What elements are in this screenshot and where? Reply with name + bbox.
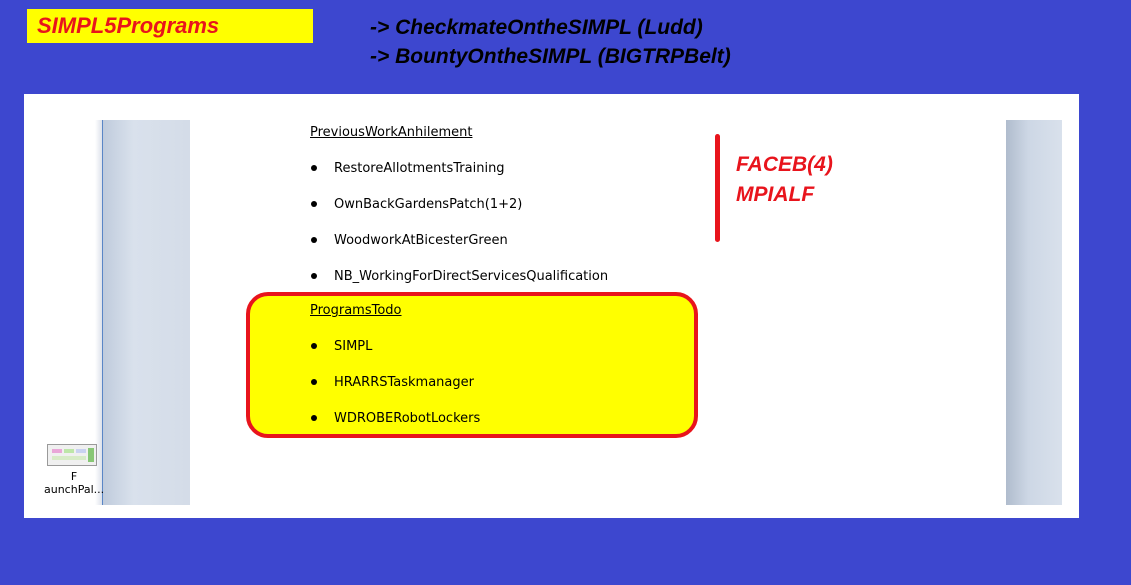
bullet-dot — [311, 237, 317, 243]
previous-work-item: RestoreAllotmentsTraining — [334, 161, 505, 176]
launchpad-icon — [47, 444, 97, 466]
header-note-1: -> CheckmateOntheSIMPL (Ludd) — [370, 16, 703, 39]
bullet-dot — [311, 415, 317, 421]
previous-work-item: OwnBackGardensPatch(1+2) — [334, 197, 523, 212]
document-frame: PreviousWorkAnhilement RestoreAllotments… — [24, 94, 1079, 518]
launchpad-label-line-2: aunchPal... — [44, 483, 105, 496]
side-note-line-1: FACEB(4) — [736, 153, 833, 176]
launchpad-shortcut[interactable]: F aunchPal... — [44, 444, 104, 500]
previous-work-item: WoodworkAtBicesterGreen — [334, 233, 508, 248]
programs-todo-item: HRARRSTaskmanager — [334, 375, 474, 390]
side-note: FACEB(4) MPIALF — [736, 150, 833, 210]
bullet-dot — [311, 343, 317, 349]
left-gutter — [102, 120, 190, 505]
side-note-line-2: MPIALF — [736, 183, 815, 206]
programs-todo-item: WDROBERobotLockers — [334, 411, 481, 426]
bullet-dot — [311, 201, 317, 207]
previous-work-heading: PreviousWorkAnhilement — [310, 125, 473, 140]
header-notes: -> CheckmateOntheSIMPL (Ludd) -> BountyO… — [370, 13, 731, 71]
programs-todo-item: SIMPL — [334, 339, 373, 354]
bullet-dot — [311, 165, 317, 171]
bullet-dot — [311, 379, 317, 385]
right-gutter — [1006, 120, 1062, 505]
programs-todo-heading: ProgramsTodo — [310, 303, 402, 318]
bullet-dot — [311, 273, 317, 279]
page-title: SIMPL5Programs — [27, 9, 313, 43]
header-note-2: -> BountyOntheSIMPL (BIGTRPBelt) — [370, 45, 731, 68]
previous-work-item: NB_WorkingForDirectServicesQualification — [334, 269, 609, 284]
side-note-bar — [715, 134, 720, 242]
launchpad-shortcut-label: F aunchPal... — [44, 470, 104, 496]
launchpad-label-line-1: F — [70, 470, 78, 483]
